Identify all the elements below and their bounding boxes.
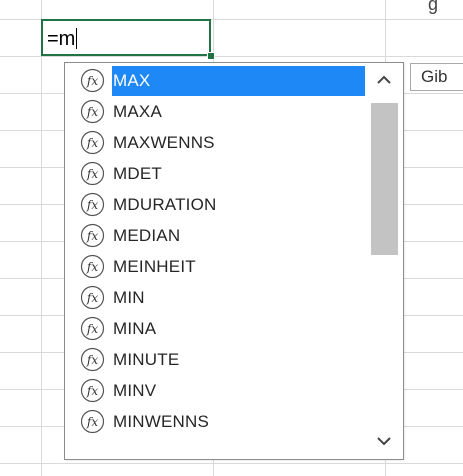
function-fx-icon: fx: [80, 285, 105, 310]
svg-text:fx: fx: [86, 229, 98, 243]
svg-text:fx: fx: [86, 384, 98, 398]
function-fx-icon: fx: [80, 378, 105, 403]
autocomplete-item-label: MEINHEIT: [113, 257, 196, 276]
autocomplete-item[interactable]: fx MINA: [66, 313, 366, 344]
autocomplete-item-label: MDURATION: [113, 195, 217, 214]
autocomplete-item[interactable]: fx MIN: [66, 282, 366, 313]
chevron-down-icon: [377, 437, 391, 446]
chevron-up-icon: [377, 75, 391, 84]
autocomplete-item-label: MAXWENNS: [113, 133, 215, 152]
svg-text:fx: fx: [86, 415, 98, 429]
svg-text:fx: fx: [86, 167, 98, 181]
svg-text:fx: fx: [86, 105, 98, 119]
function-fx-icon: fx: [80, 254, 105, 279]
autocomplete-item[interactable]: fx MEINHEIT: [66, 251, 366, 282]
autocomplete-item[interactable]: fx MINV: [66, 375, 366, 406]
autocomplete-item-label: MINUTE: [113, 350, 180, 369]
function-autocomplete-list[interactable]: fx MAX fx MAXA fx MAXWENNS fx MDET fx MDURATION fx…: [64, 62, 404, 460]
svg-text:fx: fx: [86, 136, 98, 150]
autocomplete-item-label: MDET: [113, 164, 162, 183]
function-fx-icon: fx: [80, 99, 105, 124]
scroll-up-button[interactable]: [366, 63, 403, 97]
function-fx-icon: fx: [80, 316, 105, 341]
scroll-down-button[interactable]: [366, 425, 403, 459]
autocomplete-item[interactable]: fx MAX: [66, 65, 366, 96]
grid-row-line: [0, 56, 463, 57]
grid-column-line: [41, 0, 42, 476]
autocomplete-item-label: MAXA: [113, 102, 162, 121]
grid-row-line: [0, 463, 463, 464]
autocomplete-item-label: MAX: [113, 71, 151, 90]
svg-text:fx: fx: [86, 260, 98, 274]
autocomplete-item[interactable]: fx MDURATION: [66, 189, 366, 220]
autocomplete-item[interactable]: fx MINWENNS: [66, 406, 366, 437]
svg-text:fx: fx: [86, 74, 98, 88]
autocomplete-item[interactable]: fx MDET: [66, 158, 366, 189]
function-fx-icon: fx: [80, 161, 105, 186]
function-tooltip: Gib: [410, 63, 463, 91]
svg-text:fx: fx: [86, 198, 98, 212]
column-header-fragment: g: [428, 0, 439, 14]
function-fx-icon: fx: [80, 347, 105, 372]
autocomplete-item-label: MINA: [113, 319, 157, 338]
autocomplete-item-label: MINV: [113, 381, 157, 400]
spreadsheet-area: g =m Gib fx MAX fx MAXA fx MAXWENNS fx MDET fx MD…: [0, 0, 463, 476]
function-fx-icon: fx: [80, 409, 105, 434]
autocomplete-item[interactable]: fx MEDIAN: [66, 220, 366, 251]
autocomplete-item[interactable]: fx MINUTE: [66, 344, 366, 375]
autocomplete-item[interactable]: fx MAXA: [66, 96, 366, 127]
svg-text:fx: fx: [86, 353, 98, 367]
svg-text:fx: fx: [86, 291, 98, 305]
tooltip-text: Gib: [421, 67, 448, 86]
autocomplete-item[interactable]: fx MAXWENNS: [66, 127, 366, 158]
function-fx-icon: fx: [80, 223, 105, 248]
cell-formula-value: =m: [47, 28, 76, 50]
autocomplete-item-label: MIN: [113, 288, 145, 307]
fill-handle[interactable]: [207, 52, 215, 60]
dropdown-scrollbar[interactable]: [366, 63, 403, 459]
scroll-track[interactable]: [366, 97, 403, 425]
autocomplete-item-label: MINWENNS: [113, 412, 210, 431]
function-fx-icon: fx: [80, 130, 105, 155]
autocomplete-items: fx MAX fx MAXA fx MAXWENNS fx MDET fx MDURATION fx…: [65, 63, 365, 459]
scroll-thumb[interactable]: [371, 103, 398, 255]
active-cell[interactable]: =m: [41, 19, 211, 56]
cell-formula-text[interactable]: =m: [47, 28, 78, 50]
autocomplete-item-label: MEDIAN: [113, 226, 181, 245]
svg-text:fx: fx: [86, 322, 98, 336]
function-fx-icon: fx: [80, 192, 105, 217]
function-fx-icon: fx: [80, 68, 105, 93]
text-cursor: [76, 28, 78, 49]
